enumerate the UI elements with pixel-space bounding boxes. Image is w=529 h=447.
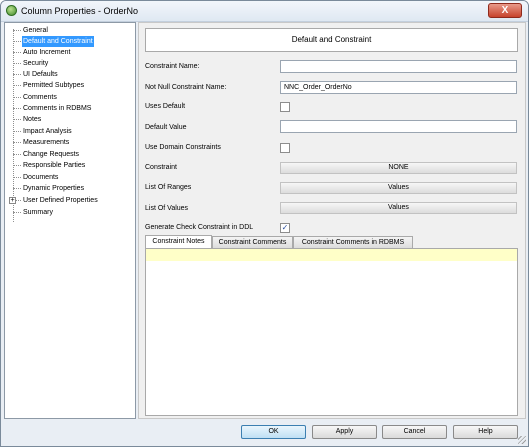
tree-connector xyxy=(13,63,21,64)
generate-check-constraint-label: Generate Check Constraint in DDL xyxy=(145,224,254,231)
expand-icon[interactable]: + xyxy=(9,197,16,204)
default-value-input[interactable] xyxy=(280,120,517,133)
app-icon xyxy=(6,5,17,16)
resize-grip[interactable] xyxy=(518,436,526,444)
tree-item-label: Dynamic Properties xyxy=(23,185,85,192)
tree-item-label: User Defined Properties xyxy=(23,197,98,204)
tree-item-label: Auto Increment xyxy=(23,49,71,56)
tree-item-label: Notes xyxy=(23,116,42,123)
not-null-constraint-name-input[interactable]: NNC_Order_OrderNo xyxy=(280,81,517,94)
tree-item-notes[interactable]: Notes xyxy=(5,114,135,125)
constraint-label: Constraint xyxy=(145,164,177,171)
section-header: Default and Constraint xyxy=(145,28,518,52)
tree-item-summary[interactable]: Summary xyxy=(5,207,135,218)
tab-constraint-comments[interactable]: Constraint Comments xyxy=(212,236,293,248)
tree-item-dynamic-properties[interactable]: Dynamic Properties xyxy=(5,183,135,194)
tree-item-label: UI Defaults xyxy=(23,71,58,78)
tree-item-responsible-parties[interactable]: Responsible Parties xyxy=(5,160,135,171)
tab-constraint-notes[interactable]: Constraint Notes xyxy=(145,235,212,248)
tree-item-general[interactable]: General xyxy=(5,25,135,36)
tree-item-documents[interactable]: Documents xyxy=(5,172,135,183)
tree-connector xyxy=(13,188,21,189)
tree-item-label: Documents xyxy=(23,174,59,181)
generate-check-constraint-checkbox[interactable]: ✓ xyxy=(280,223,290,233)
close-button[interactable]: X xyxy=(488,3,522,18)
property-panel: Default and Constraint Constraint Name: … xyxy=(138,22,526,419)
constraint-name-input[interactable] xyxy=(280,60,517,73)
tree-connector xyxy=(13,154,21,155)
tree-item-comments[interactable]: Comments xyxy=(5,92,135,103)
tree-connector xyxy=(13,85,21,86)
tree-connector xyxy=(13,212,21,213)
tree-connector xyxy=(13,119,21,120)
title-bar: Column Properties - OrderNo X xyxy=(1,1,528,22)
tree-item-change-requests[interactable]: Change Requests xyxy=(5,149,135,160)
list-of-ranges-button[interactable]: Values xyxy=(280,182,517,194)
constraint-name-label: Constraint Name: xyxy=(145,63,200,70)
uses-default-checkbox[interactable] xyxy=(280,102,290,112)
tree-connector xyxy=(13,30,21,31)
tree-connector xyxy=(13,131,21,132)
tree-item-label: Summary xyxy=(23,209,53,216)
tree-connector xyxy=(13,97,21,98)
tree-item-label: Permitted Subtypes xyxy=(23,82,85,89)
ok-button[interactable]: OK xyxy=(241,425,306,439)
tree-item-permitted-subtypes[interactable]: Permitted Subtypes xyxy=(5,80,135,91)
tree-connector xyxy=(13,74,21,75)
uses-default-label: Uses Default xyxy=(145,103,186,110)
property-tree: General Default and Constraint Auto Incr… xyxy=(4,22,136,419)
tree-item-auto-increment[interactable]: Auto Increment xyxy=(5,47,135,58)
current-line-highlight xyxy=(146,249,517,261)
help-button[interactable]: Help xyxy=(453,425,518,439)
window-title: Column Properties - OrderNo xyxy=(21,6,139,16)
list-of-values-button[interactable]: Values xyxy=(280,202,517,214)
cancel-button[interactable]: Cancel xyxy=(382,425,447,439)
notes-editor[interactable] xyxy=(145,248,518,416)
tree-item-comments-in-rdbms[interactable]: Comments in RDBMS xyxy=(5,103,135,114)
tree-item-user-defined-properties[interactable]: + User Defined Properties xyxy=(5,195,135,206)
tree-item-label: Change Requests xyxy=(23,151,80,158)
tree-item-label: General xyxy=(23,27,48,34)
not-null-constraint-name-label: Not Null Constraint Name: xyxy=(145,84,227,91)
tree-connector xyxy=(16,200,21,201)
tree-item-label: Responsible Parties xyxy=(23,162,86,169)
tree-item-label: Comments xyxy=(23,94,57,101)
default-value-label: Default Value xyxy=(145,124,187,131)
tree-item-label: Comments in RDBMS xyxy=(23,105,92,112)
tab-constraint-comments-in-rdbms[interactable]: Constraint Comments in RDBMS xyxy=(293,236,413,248)
list-of-ranges-label: List Of Ranges xyxy=(145,184,192,191)
tree-item-measurements[interactable]: Measurements xyxy=(5,137,135,148)
list-of-values-label: List Of Values xyxy=(145,205,189,212)
constraint-button[interactable]: NONE xyxy=(280,162,517,174)
tree-connector xyxy=(13,108,21,109)
tree-item-security[interactable]: Security xyxy=(5,58,135,69)
tree-connector xyxy=(13,177,21,178)
tree-item-default-and-constraint[interactable]: Default and Constraint xyxy=(5,36,135,47)
apply-button[interactable]: Apply xyxy=(312,425,377,439)
use-domain-constraints-checkbox[interactable] xyxy=(280,143,290,153)
tree-item-ui-defaults[interactable]: UI Defaults xyxy=(5,69,135,80)
tree-connector xyxy=(13,165,21,166)
tree-connector xyxy=(13,142,21,143)
tree-item-label: Measurements xyxy=(23,139,70,146)
tree-item-label: Default and Constraint xyxy=(22,36,94,47)
column-properties-window: Column Properties - OrderNo X General De… xyxy=(0,0,529,447)
tree-item-label: Impact Analysis xyxy=(23,128,72,135)
use-domain-constraints-label: Use Domain Constraints xyxy=(145,144,221,151)
tree-connector xyxy=(13,52,21,53)
tree-item-label: Security xyxy=(23,60,49,67)
tree-connector xyxy=(13,41,21,42)
tree-item-impact-analysis[interactable]: Impact Analysis xyxy=(5,126,135,137)
